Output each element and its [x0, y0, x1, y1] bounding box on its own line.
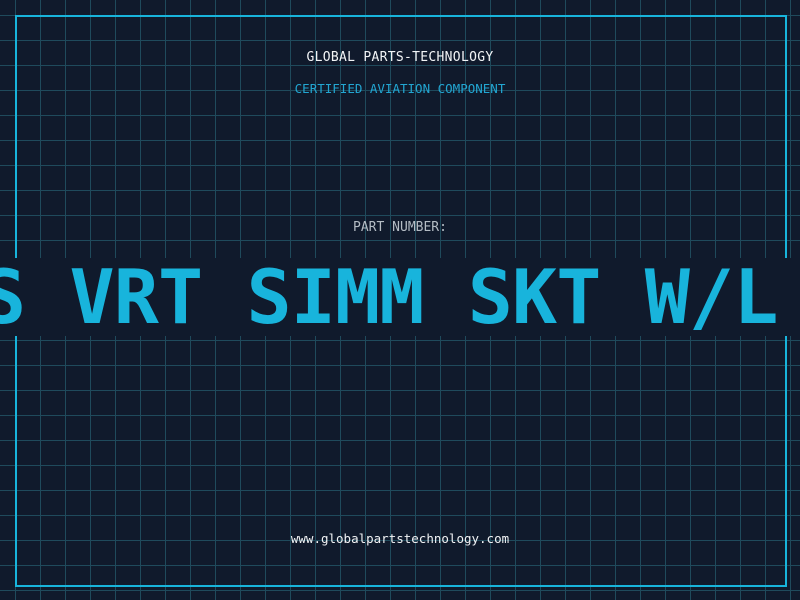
part-number-value: S VRT SIMM SKT W/L: [0, 258, 778, 336]
certification-subtitle: CERTIFIED AVIATION COMPONENT: [294, 81, 506, 96]
part-number-band: S VRT SIMM SKT W/L: [0, 258, 800, 336]
brand-title: GLOBAL PARTS-TECHNOLOGY: [306, 50, 494, 65]
website-url: www.globalpartstechnology.com: [290, 531, 510, 546]
label-card: GLOBAL PARTS-TECHNOLOGY CERTIFIED AVIATI…: [0, 0, 800, 600]
part-number-label: PART NUMBER:: [353, 220, 447, 235]
